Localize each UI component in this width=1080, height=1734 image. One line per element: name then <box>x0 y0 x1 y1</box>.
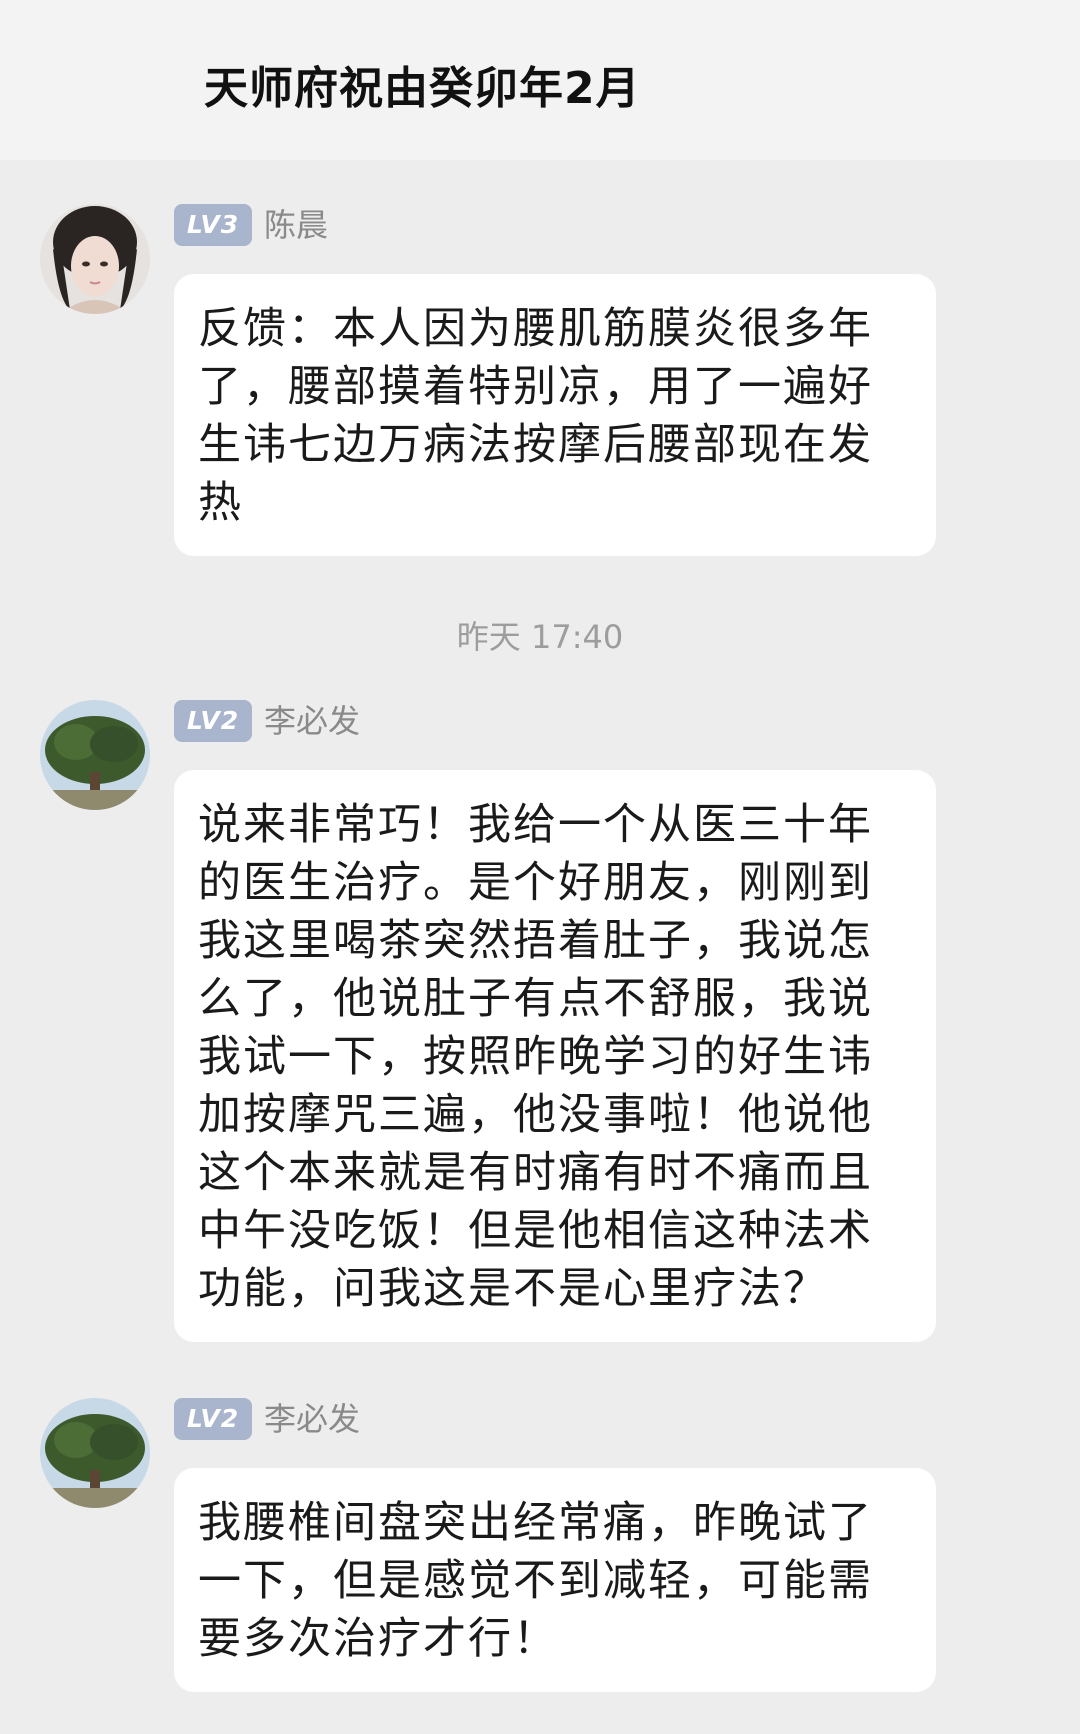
sender-name: 李必发 <box>264 702 361 740</box>
chat-header: 天师府祝由癸卯年2月 <box>0 0 1080 160</box>
chat-title: 天师府祝由癸卯年2月 <box>204 63 641 114</box>
message-text: 说来非常巧！我给一个从医三十年的医生治疗。是个好朋友，刚刚到我这里喝茶突然捂着肚… <box>198 800 873 1314</box>
timestamp: 昨天 17:40 <box>456 618 624 656</box>
message-bubble[interactable]: 反馈：本人因为腰肌筋膜炎很多年了，腰部摸着特别凉，用了一遍好生讳七边万病法按摩后… <box>174 274 936 556</box>
message-text: 反馈：本人因为腰肌筋膜炎很多年了，腰部摸着特别凉，用了一遍好生讳七边万病法按摩后… <box>198 304 873 528</box>
avatar-user-3[interactable] <box>40 1398 150 1508</box>
sender-name: 陈晨 <box>264 206 329 244</box>
level-badge: LV2 <box>174 1398 252 1440</box>
level-badge: LV2 <box>174 700 252 742</box>
message-bubble[interactable]: 我腰椎间盘突出经常痛，昨晚试了一下，但是感觉不到减轻，可能需要多次治疗才行！ <box>174 1468 936 1692</box>
message-bubble[interactable]: 说来非常巧！我给一个从医三十年的医生治疗。是个好朋友，刚刚到我这里喝茶突然捂着肚… <box>174 770 936 1342</box>
level-badge: LV3 <box>174 204 252 246</box>
avatar-user-2[interactable] <box>40 700 150 810</box>
sender-name: 李必发 <box>264 1400 361 1438</box>
avatar-user-1[interactable] <box>40 204 150 314</box>
message-text: 我腰椎间盘突出经常痛，昨晚试了一下，但是感觉不到减轻，可能需要多次治疗才行！ <box>198 1498 873 1664</box>
